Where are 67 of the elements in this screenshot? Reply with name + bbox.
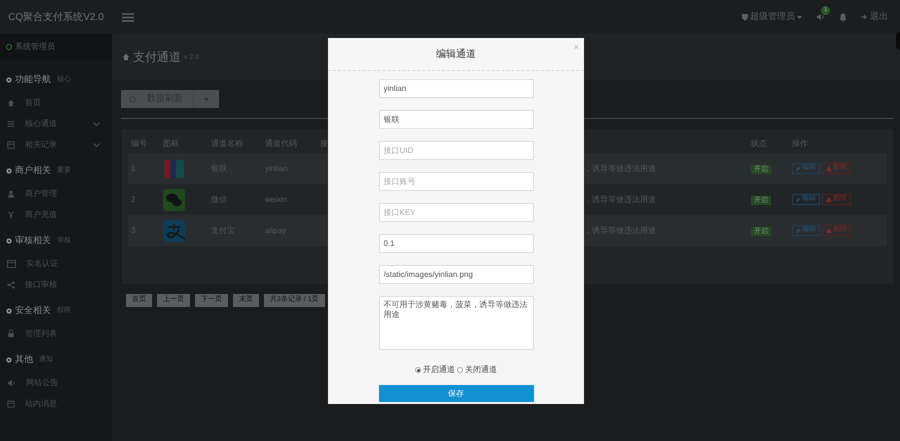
- description-textarea[interactable]: 不可用于涉黄赌毒，菠菜，诱导等做违法用途: [378, 296, 534, 350]
- table-icon: [7, 140, 15, 148]
- house-icon: [122, 53, 130, 61]
- page-title: 支付通道: [133, 49, 181, 66]
- sidebar-item[interactable]: 管理列表: [0, 323, 112, 344]
- card-icon: [7, 260, 16, 268]
- sidebar-item[interactable]: 站内消息: [0, 393, 112, 414]
- yen-icon: [7, 210, 15, 218]
- house-icon: [7, 98, 15, 106]
- pencil-icon: [796, 197, 801, 202]
- lock-icon: [7, 329, 15, 338]
- input-field[interactable]: 接口UID: [378, 141, 534, 160]
- input-field[interactable]: /static/images/yinlian.png: [378, 265, 534, 284]
- swirl-tile-icon: [163, 220, 185, 242]
- app-title: CQ聚合支付系统V2.0: [8, 10, 104, 24]
- radio-option[interactable]: 关闭通道: [457, 364, 497, 376]
- input-field[interactable]: 银联: [378, 110, 534, 129]
- spinner-icon: [129, 96, 136, 102]
- chevron-down-icon: [93, 122, 100, 126]
- gear-icon: [5, 237, 13, 245]
- warning-icon: [826, 228, 832, 233]
- sidebar-item[interactable]: 相关记录: [0, 134, 112, 155]
- section-title: 安全相关: [15, 304, 51, 318]
- menu-icon[interactable]: [122, 12, 134, 22]
- close-button[interactable]: ×: [574, 41, 579, 54]
- logout-button[interactable]: 退出: [861, 10, 888, 24]
- input-field[interactable]: yinlian: [378, 79, 534, 98]
- sidebar-item[interactable]: 商户充值: [0, 204, 112, 225]
- gear-icon: [5, 76, 13, 84]
- sidebar-item[interactable]: 接口审核: [0, 274, 112, 295]
- sidebar-item[interactable]: 网站公告: [0, 372, 112, 393]
- save-button[interactable]: 保存: [378, 385, 534, 402]
- chat-bubbles-icon: [163, 188, 185, 210]
- user-status: 系统管理员: [15, 41, 55, 53]
- input-field[interactable]: 接口KEY: [378, 203, 534, 222]
- share-icon: [7, 280, 15, 288]
- warning-icon: [826, 166, 832, 171]
- section-title: 功能导航: [15, 73, 51, 86]
- list-icon: [7, 120, 15, 128]
- speaker-icon: [7, 378, 16, 386]
- shield-icon: [742, 14, 748, 20]
- gear-icon: [5, 167, 13, 175]
- dialog-title: 编辑通道: [436, 48, 476, 62]
- user-icon: [7, 190, 15, 198]
- section-title: 其他: [15, 353, 33, 366]
- warning-icon: [826, 197, 832, 202]
- striped-card-icon: [163, 158, 185, 180]
- radio-option[interactable]: 开启通道: [415, 364, 455, 376]
- user-menu[interactable]: 超级管理员: [742, 10, 802, 24]
- caret-icon: [797, 16, 802, 18]
- bell-icon[interactable]: [839, 12, 847, 22]
- chevron-down-icon: [93, 142, 100, 146]
- sidebar-item[interactable]: 商户管理: [0, 183, 112, 204]
- gear-icon: [5, 356, 13, 364]
- pencil-icon: [796, 228, 801, 233]
- pencil-icon: [796, 166, 801, 171]
- sidebar-item[interactable]: 核心通道: [0, 113, 112, 134]
- input-field[interactable]: 接口账号: [378, 172, 534, 191]
- speaker-icon[interactable]: [816, 13, 825, 21]
- input-field[interactable]: 0.1: [378, 234, 534, 253]
- calendar-icon: [7, 400, 15, 408]
- section-title: 商户相关: [15, 164, 51, 178]
- sidebar-item[interactable]: 首页: [0, 92, 112, 113]
- gear-icon: [5, 307, 13, 315]
- exit-arrow-icon: [861, 14, 868, 20]
- sidebar-item[interactable]: 实名认证: [0, 253, 112, 274]
- section-title: 审核相关: [15, 234, 51, 248]
